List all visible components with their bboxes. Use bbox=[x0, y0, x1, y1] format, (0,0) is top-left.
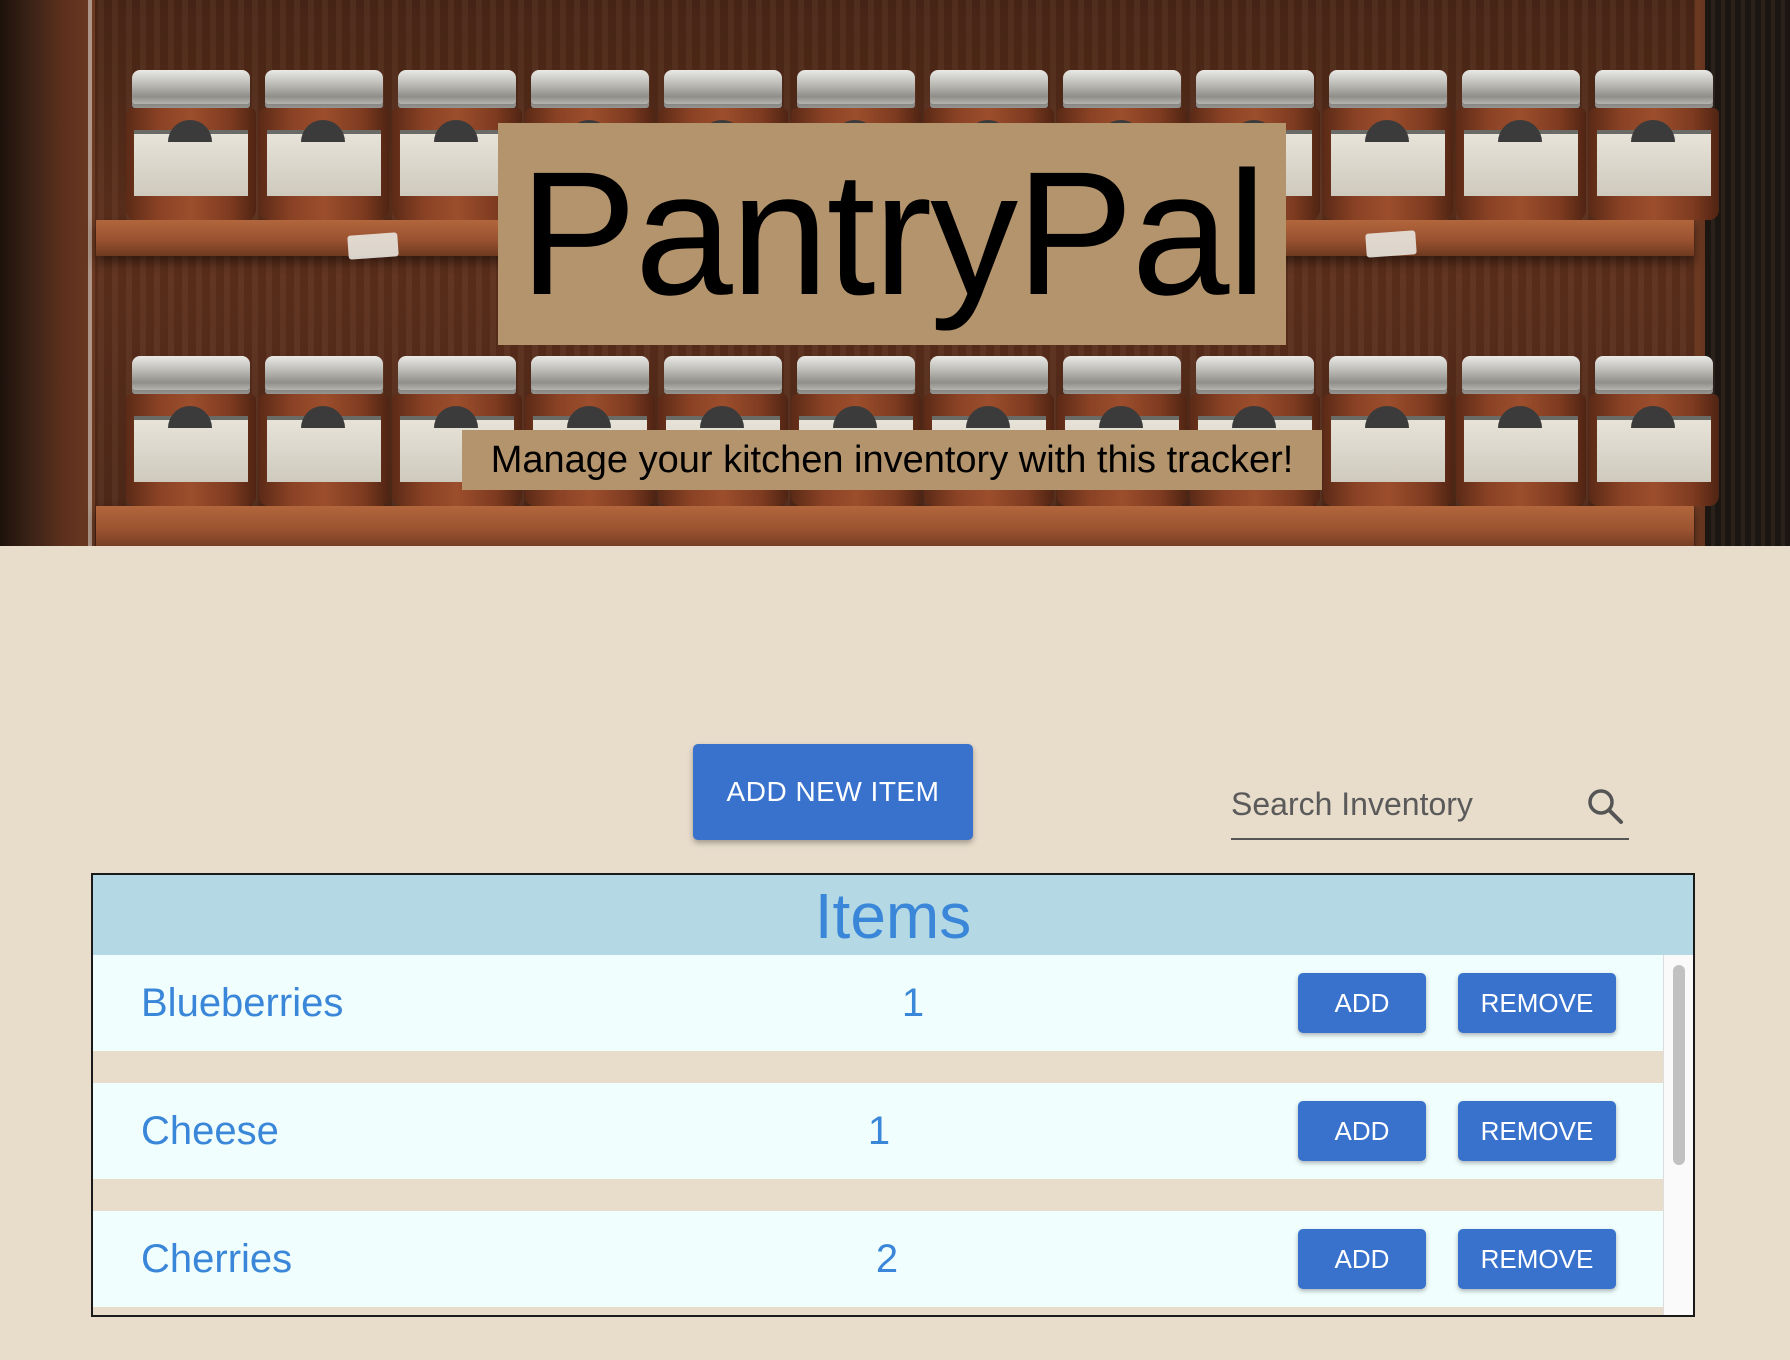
add-button[interactable]: ADD bbox=[1298, 1101, 1426, 1161]
hero-banner: PantryPal Manage your kitchen inventory … bbox=[0, 0, 1790, 546]
price-tag bbox=[1365, 230, 1417, 258]
jar-image bbox=[259, 356, 389, 506]
jar-image bbox=[126, 70, 256, 220]
table-header: Items bbox=[93, 875, 1693, 955]
vertical-scrollbar[interactable] bbox=[1663, 955, 1693, 1315]
table-title: Items bbox=[814, 880, 972, 952]
list-item: Cheese 1 ADD REMOVE bbox=[93, 1083, 1663, 1179]
list-item: Blueberries 1 ADD REMOVE bbox=[93, 955, 1663, 1051]
search-icon[interactable] bbox=[1585, 786, 1625, 826]
jar-image bbox=[1589, 70, 1719, 220]
jar-image bbox=[1589, 356, 1719, 506]
add-new-item-button[interactable]: ADD NEW ITEM bbox=[693, 744, 973, 840]
item-name: Cherries bbox=[141, 1237, 293, 1281]
add-button[interactable]: ADD bbox=[1298, 1229, 1426, 1289]
jar-image bbox=[126, 356, 256, 506]
lower-shelf bbox=[96, 506, 1694, 546]
remove-button[interactable]: REMOVE bbox=[1458, 1229, 1616, 1289]
jar-image bbox=[1323, 356, 1453, 506]
item-quantity: 2 bbox=[875, 1237, 899, 1281]
jar-image bbox=[1456, 356, 1586, 506]
app-title: PantryPal bbox=[519, 136, 1266, 332]
jar-image bbox=[259, 70, 389, 220]
remove-button[interactable]: REMOVE bbox=[1458, 1101, 1616, 1161]
item-quantity: 1 bbox=[867, 1109, 891, 1153]
cabinet-edge bbox=[88, 0, 92, 546]
scrollbar-thumb[interactable] bbox=[1673, 965, 1685, 1165]
jar-image bbox=[1323, 70, 1453, 220]
remove-button[interactable]: REMOVE bbox=[1458, 973, 1616, 1033]
item-name: Cheese bbox=[141, 1109, 279, 1153]
list-item: Cherries 2 ADD REMOVE bbox=[93, 1211, 1663, 1307]
item-quantity: 1 bbox=[901, 981, 925, 1025]
search-input[interactable] bbox=[1231, 772, 1571, 836]
app-subtitle: Manage your kitchen inventory with this … bbox=[462, 430, 1322, 490]
item-name: Blueberries bbox=[141, 981, 344, 1025]
price-tag bbox=[347, 232, 399, 260]
add-button[interactable]: ADD bbox=[1298, 973, 1426, 1033]
inventory-table: Items Blueberries 1 ADD REMOVE Cheese 1 … bbox=[91, 873, 1695, 1317]
search-field bbox=[1231, 772, 1629, 840]
jar-image bbox=[1456, 70, 1586, 220]
